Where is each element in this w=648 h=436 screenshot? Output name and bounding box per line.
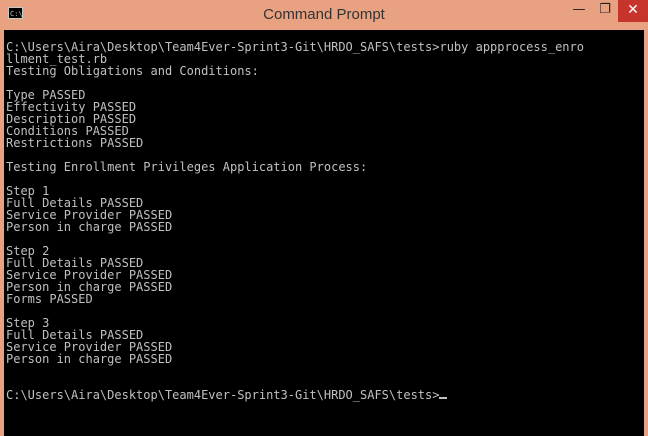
console-line: Restrictions PASSED — [6, 136, 144, 150]
window-title: Command Prompt — [263, 6, 385, 23]
console-line: Testing Enrollment Privileges Applicatio… — [6, 160, 368, 174]
command-prompt-window: C:\ Command Prompt — ❐ ✕ C:\Users\Aira\D… — [0, 0, 648, 436]
prompt-line: C:\Users\Aira\Desktop\Team4Ever-Sprint3-… — [6, 389, 644, 401]
console-area[interactable]: C:\Users\Aira\Desktop\Team4Ever-Sprint3-… — [4, 30, 644, 436]
console-line: Testing Obligations and Conditions: — [6, 64, 259, 78]
minimize-button[interactable]: — — [566, 0, 592, 22]
close-button[interactable]: ✕ — [618, 0, 648, 22]
text-cursor — [439, 397, 448, 399]
console-line: Person in charge PASSED — [6, 220, 173, 234]
console-line: Person in charge PASSED — [6, 352, 173, 366]
console-line: Forms PASSED — [6, 292, 93, 306]
console-line: Person in charge PASSED — [6, 280, 173, 294]
title-bar[interactable]: C:\ Command Prompt — ❐ ✕ — [0, 0, 648, 30]
maximize-button[interactable]: ❐ — [592, 0, 618, 22]
console-output: C:\Users\Aira\Desktop\Team4Ever-Sprint3-… — [6, 41, 644, 401]
